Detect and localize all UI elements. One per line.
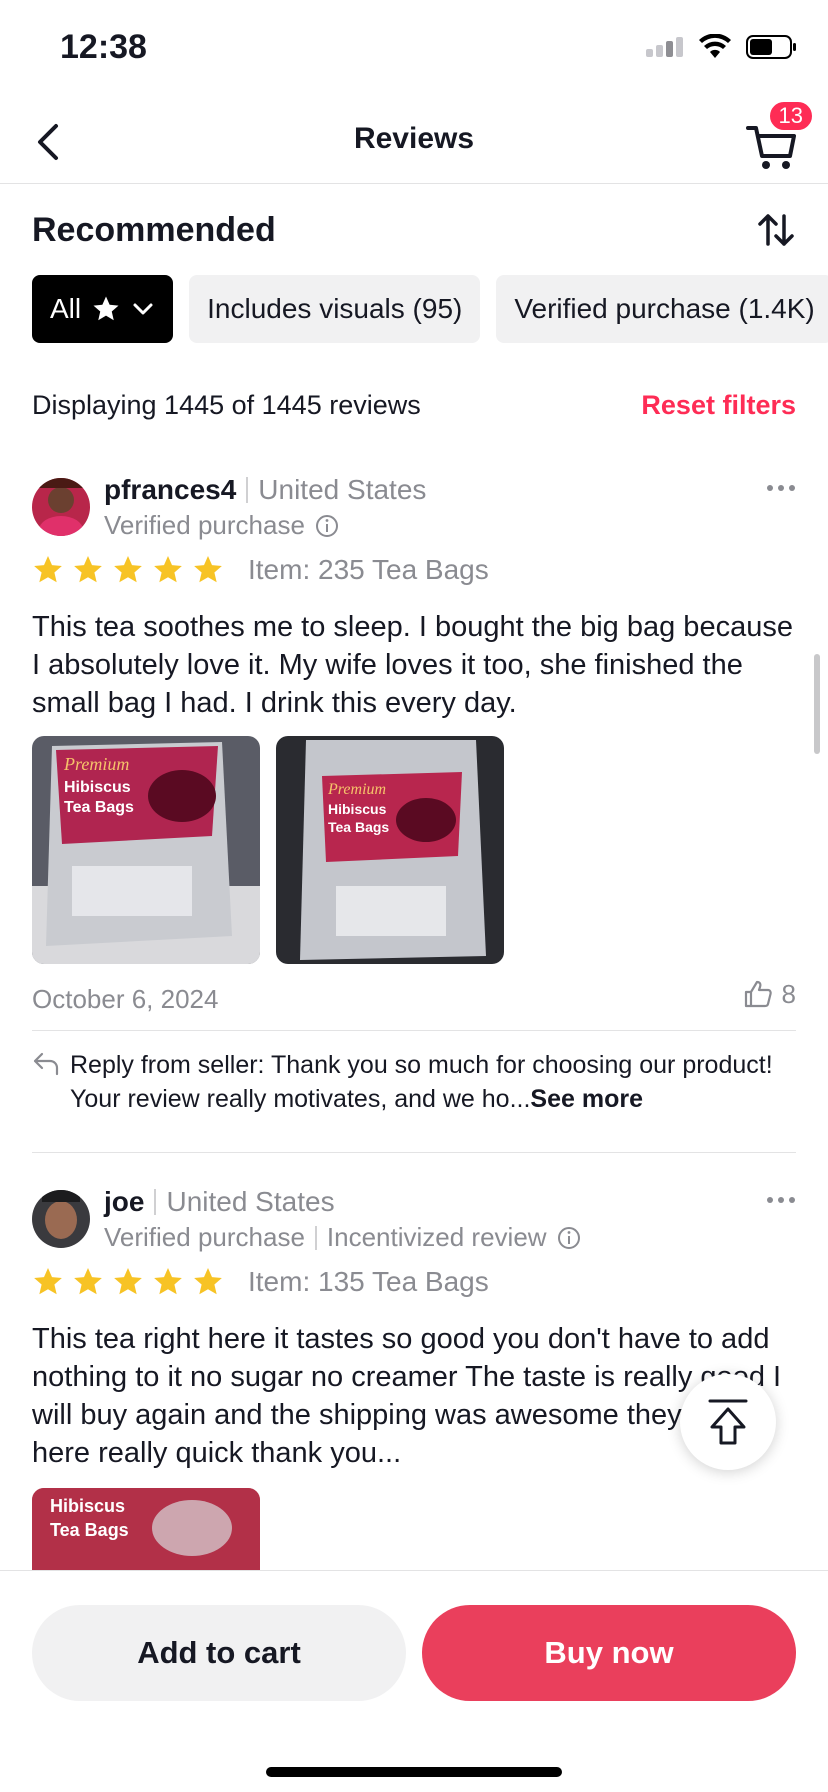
status-bar: 12:38 <box>0 0 828 100</box>
bottom-action-bar: Add to cart Buy now <box>0 1570 828 1792</box>
seller-reply-text: Reply from seller: Thank you so much for… <box>70 1051 773 1113</box>
filter-chip-label: Verified purchase (1.4K) <box>514 293 815 324</box>
add-to-cart-button[interactable]: Add to cart <box>32 1605 406 1701</box>
buy-now-button[interactable]: Buy now <box>422 1605 796 1701</box>
photo-label: Premium <box>63 754 129 774</box>
separator <box>314 1225 317 1250</box>
star-icon <box>114 1268 142 1295</box>
divider <box>32 1152 796 1153</box>
section-header: Recommended <box>32 206 796 254</box>
review-photos: Premium Hibiscus Tea Bags Premium Hibisc… <box>32 736 504 964</box>
star-icon <box>74 556 102 583</box>
divider <box>32 1030 796 1031</box>
home-indicator <box>266 1767 562 1777</box>
like-button[interactable]: 8 <box>742 978 796 1010</box>
filter-chip-all[interactable]: All <box>32 275 174 343</box>
page-title: Reviews <box>353 122 475 155</box>
review-photo[interactable]: Premium Hibiscus Tea Bags <box>32 736 260 964</box>
info-icon[interactable] <box>557 1226 581 1250</box>
review-text: This tea soothes me to sleep. I bought t… <box>32 611 793 719</box>
scrollbar[interactable] <box>814 654 820 754</box>
badge-line: Verified purchase <box>104 510 339 541</box>
rating-line: Item: 235 Tea Bags <box>32 554 489 586</box>
battery-icon <box>746 35 796 59</box>
more-options-button[interactable] <box>766 468 796 502</box>
cart-count-badge: 13 <box>767 100 814 132</box>
photo-label: Premium <box>327 781 386 798</box>
review-photos: Hibiscus Tea Bags <box>32 1488 260 1570</box>
review-photo[interactable]: Premium Hibiscus Tea Bags <box>276 736 504 964</box>
review-card: joe United States Verified purchase Ince… <box>32 1186 796 1570</box>
incentivized-review-badge: Incentivized review <box>326 1222 547 1252</box>
date-line: October 6, 2024 8 <box>32 979 796 1015</box>
star-icon <box>194 1268 222 1295</box>
status-icons <box>644 34 798 60</box>
scroll-to-top-button[interactable] <box>680 1374 776 1470</box>
seller-reply[interactable]: Reply from seller: Thank you so much for… <box>32 1048 796 1116</box>
avatar[interactable] <box>32 478 90 536</box>
review-date: October 6, 2024 <box>32 984 219 1014</box>
verified-purchase-badge: Verified purchase <box>104 1222 305 1252</box>
separator <box>246 477 249 503</box>
reply-icon <box>33 1052 59 1076</box>
filter-chips: All Includes visuals (95) Verified purch… <box>32 275 828 343</box>
badge-line: Verified purchase Incentivized review <box>104 1222 581 1253</box>
username[interactable]: pfrances4 <box>104 474 236 506</box>
wifi-icon <box>699 34 731 58</box>
ellipsis-icon <box>767 1197 795 1203</box>
star-icon <box>154 556 182 583</box>
arrow-up-icon <box>708 1399 748 1445</box>
reset-filters-link[interactable]: Reset filters <box>641 390 796 421</box>
star-icon <box>114 556 142 583</box>
photo-label: Tea Bags <box>50 1520 129 1540</box>
see-more-link[interactable]: See more <box>530 1085 643 1113</box>
rating-line: Item: 135 Tea Bags <box>32 1266 489 1298</box>
status-time: 12:38 <box>60 28 147 66</box>
verified-purchase-badge: Verified purchase <box>104 510 305 540</box>
filter-chip-label: Includes visuals (95) <box>207 293 463 324</box>
thumbs-up-icon <box>744 980 772 1008</box>
star-icon <box>194 556 222 583</box>
photo-label: Tea Bags <box>64 799 134 816</box>
item-variant: Item: 135 Tea Bags <box>248 1266 489 1297</box>
country: United States <box>258 474 427 505</box>
user-line: joe United States <box>104 1186 335 1218</box>
info-icon[interactable] <box>315 514 339 538</box>
more-options-button[interactable] <box>766 1186 796 1214</box>
username[interactable]: joe <box>104 1186 144 1218</box>
star-icon <box>93 296 119 321</box>
review-photo[interactable]: Hibiscus Tea Bags <box>32 1488 260 1570</box>
photo-label: Tea Bags <box>328 819 389 835</box>
review-text: This tea right here it tastes so good yo… <box>32 1323 782 1469</box>
ellipsis-icon <box>767 485 795 491</box>
star-rating <box>32 1266 224 1298</box>
nav-bar: Reviews 13 <box>0 100 828 184</box>
chevron-down-icon <box>133 303 153 315</box>
item-variant: Item: 235 Tea Bags <box>248 554 489 585</box>
review-count-text: Displaying 1445 of 1445 reviews <box>32 390 421 420</box>
user-line: pfrances4 United States <box>104 474 426 506</box>
sort-icon <box>758 214 794 246</box>
country: United States <box>166 1186 335 1217</box>
filter-chip-verified[interactable]: Verified purchase (1.4K) <box>496 275 828 343</box>
star-icon <box>154 1268 182 1295</box>
avatar[interactable] <box>32 1190 90 1248</box>
photo-label: Hibiscus <box>328 801 387 817</box>
star-icon <box>74 1268 102 1295</box>
photo-label: Hibiscus <box>64 779 131 796</box>
review-count-row: Displaying 1445 of 1445 reviews Reset fi… <box>32 388 796 424</box>
like-count: 8 <box>781 978 796 1009</box>
star-icon <box>34 1268 62 1295</box>
signal-icon <box>646 37 683 57</box>
section-title: Recommended <box>32 211 276 249</box>
sort-button[interactable] <box>756 210 796 250</box>
star-icon <box>34 556 62 583</box>
filter-chip-label: All <box>50 293 82 324</box>
separator <box>154 1189 157 1215</box>
review-card: pfrances4 United States Verified purchas… <box>32 474 796 1154</box>
photo-label: Hibiscus <box>50 1496 125 1516</box>
filter-chip-visuals[interactable]: Includes visuals (95) <box>189 275 481 343</box>
star-rating <box>32 554 224 586</box>
